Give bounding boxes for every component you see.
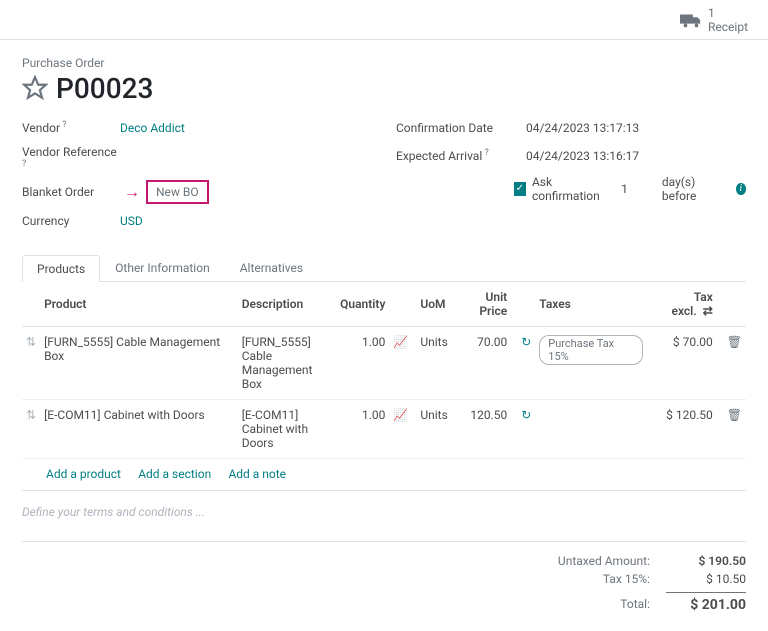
untaxed-value: $ 190.50: [666, 554, 746, 568]
receipt-label: Receipt: [708, 20, 748, 34]
days-before-label: day(s) before: [662, 175, 724, 203]
line-product[interactable]: [FURN_5555] Cable Management Box: [40, 326, 238, 399]
confirmation-date-label: Confirmation Date: [396, 121, 526, 135]
line-subtotal: $ 120.50: [647, 399, 717, 458]
tax-label: Tax 15%:: [486, 572, 650, 586]
form-subtitle: Purchase Order: [22, 56, 746, 70]
line-unit-price[interactable]: 70.00: [452, 326, 511, 399]
col-unit-price[interactable]: Unit Price: [452, 282, 511, 327]
new-blanket-order-button[interactable]: New BO: [146, 180, 209, 204]
vendor-value[interactable]: Deco Addict: [120, 121, 185, 135]
delete-line-icon[interactable]: 🗑: [727, 335, 742, 349]
line-quantity[interactable]: 1.00: [336, 326, 389, 399]
arrow-right-icon: →: [124, 182, 140, 202]
untaxed-label: Untaxed Amount:: [486, 554, 650, 568]
total-value: $ 201.00: [666, 597, 746, 613]
order-title: P00023: [56, 72, 153, 105]
expected-arrival-value: 04/24/2023 13:16:17: [526, 149, 639, 163]
col-description[interactable]: Description: [238, 282, 336, 327]
info-icon[interactable]: i: [736, 183, 746, 195]
receipt-count: 1: [708, 6, 748, 20]
col-taxes[interactable]: Taxes: [535, 282, 647, 327]
tax-value: $ 10.50: [666, 572, 746, 586]
refresh-price-icon[interactable]: ↻: [521, 335, 531, 349]
delete-line-icon[interactable]: 🗑: [727, 408, 742, 422]
col-quantity[interactable]: Quantity: [336, 282, 389, 327]
currency-value[interactable]: USD: [120, 214, 143, 228]
line-taxes[interactable]: [535, 399, 647, 458]
total-label: Total:: [486, 597, 650, 613]
adjust-columns-icon[interactable]: ⇄: [703, 304, 713, 318]
currency-label: Currency: [22, 214, 120, 228]
line-subtotal: $ 70.00: [647, 326, 717, 399]
terms-and-conditions-input[interactable]: Define your terms and conditions ...: [22, 491, 746, 533]
line-uom[interactable]: Units: [416, 326, 451, 399]
tab-products[interactable]: Products: [22, 255, 100, 282]
drag-handle-icon[interactable]: ⇅: [22, 326, 40, 399]
favorite-star-icon[interactable]: [22, 75, 48, 101]
vendor-reference-label: Vendor Reference ?: [22, 145, 120, 174]
add-note-link[interactable]: Add a note: [228, 467, 286, 481]
line-description[interactable]: [FURN_5555] Cable Management Box: [238, 326, 336, 399]
tab-alternatives[interactable]: Alternatives: [225, 254, 318, 281]
forecast-icon[interactable]: 📈: [393, 408, 408, 422]
ask-confirmation-days[interactable]: 1: [621, 182, 628, 196]
line-description[interactable]: [E-COM11] Cabinet with Doors: [238, 399, 336, 458]
order-line-row[interactable]: ⇅[FURN_5555] Cable Management Box[FURN_5…: [22, 326, 746, 399]
col-uom[interactable]: UoM: [416, 282, 451, 327]
add-section-link[interactable]: Add a section: [138, 467, 211, 481]
blanket-order-label: Blanket Order: [22, 185, 120, 199]
line-taxes[interactable]: Purchase Tax 15%: [535, 326, 647, 399]
vendor-label: Vendor ?: [22, 120, 120, 135]
tab-other-information[interactable]: Other Information: [100, 254, 225, 281]
add-product-link[interactable]: Add a product: [46, 467, 121, 481]
confirmation-date-value: 04/24/2023 13:17:13: [526, 121, 639, 135]
line-uom[interactable]: Units: [416, 399, 451, 458]
drag-handle-icon[interactable]: ⇅: [22, 399, 40, 458]
line-product[interactable]: [E-COM11] Cabinet with Doors: [40, 399, 238, 458]
expected-arrival-label: Expected Arrival ?: [396, 148, 526, 163]
forecast-icon[interactable]: 📈: [393, 335, 408, 349]
truck-icon: [680, 12, 702, 28]
col-product[interactable]: Product: [40, 282, 238, 327]
ask-confirmation-label: Ask confirmation: [532, 175, 611, 203]
line-quantity[interactable]: 1.00: [336, 399, 389, 458]
refresh-price-icon[interactable]: ↻: [521, 408, 531, 422]
receipt-button[interactable]: 1 Receipt: [680, 6, 748, 35]
order-line-row[interactable]: ⇅[E-COM11] Cabinet with Doors[E-COM11] C…: [22, 399, 746, 458]
line-unit-price[interactable]: 120.50: [452, 399, 511, 458]
ask-confirmation-checkbox[interactable]: ✓: [514, 182, 526, 196]
col-tax-excl[interactable]: Tax excl.⇄: [647, 282, 717, 327]
